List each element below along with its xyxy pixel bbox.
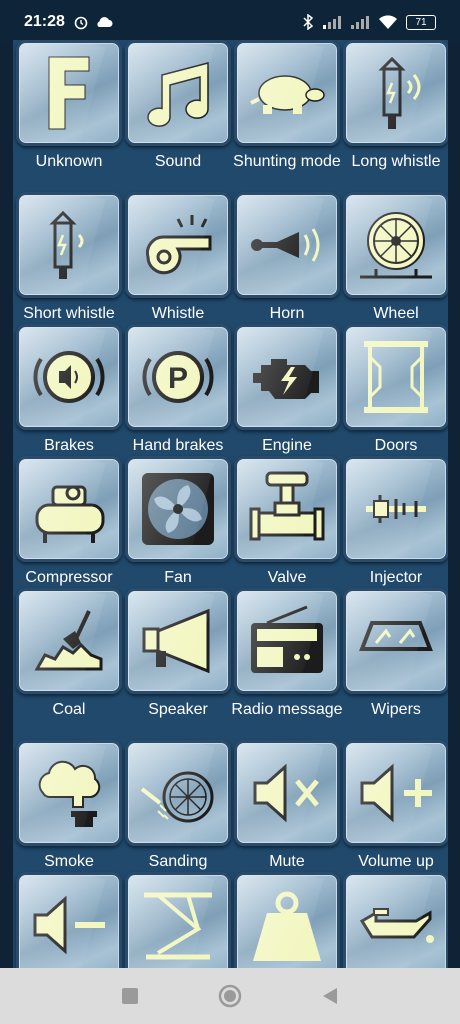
compressor-icon [35, 485, 105, 543]
function-label: Compressor [25, 569, 113, 586]
hand-brakes-icon: P [142, 351, 214, 403]
navigation-bar [0, 968, 460, 1024]
long-whistle-icon [378, 56, 421, 129]
function-label: Doors [374, 437, 418, 454]
function-label: Unknown [35, 153, 103, 170]
turtle-icon [250, 75, 325, 114]
function-label: Sanding [148, 853, 208, 870]
recents-icon [122, 988, 138, 1004]
function-label: Fan [164, 569, 192, 586]
mute-icon [253, 763, 319, 823]
function-label: Coal [52, 701, 86, 718]
function-label: Valve [267, 569, 307, 586]
function-label: Brakes [44, 437, 94, 454]
radio-icon [251, 605, 323, 673]
function-label: Mute [269, 853, 305, 870]
pantograph-icon [144, 892, 212, 960]
clock: 21:28 [24, 13, 65, 30]
fan-icon [142, 473, 214, 545]
music-note-icon [147, 62, 209, 127]
function-label: Engine [262, 437, 312, 454]
doors-icon [364, 341, 428, 413]
whistle-icon [146, 215, 212, 275]
function-label: Injector [369, 569, 423, 586]
function-label: Volume up [358, 853, 434, 870]
volume-down-icon [33, 895, 105, 955]
function-label: Whistle [151, 305, 205, 322]
function-label: Sound [154, 153, 202, 170]
function-label: Short whistle [23, 305, 115, 322]
short-whistle-icon [49, 210, 84, 279]
function-label: Wheel [373, 305, 419, 322]
function-label: Radio message [231, 701, 343, 718]
signal-icon [351, 16, 369, 29]
signal-icon [323, 16, 341, 29]
function-label: Long whistle [351, 153, 441, 170]
engine-icon [253, 359, 319, 399]
wifi-icon [379, 15, 397, 29]
status-bar: 21:28 71 [0, 0, 460, 44]
function-label: Wipers [371, 701, 421, 718]
injector-icon [366, 495, 426, 523]
wheel-icon [360, 212, 432, 279]
brakes-icon [33, 351, 105, 403]
function-label: Shunting mode [233, 153, 341, 170]
back-button[interactable] [310, 976, 350, 1016]
megaphone-icon [142, 608, 210, 674]
function-label: Speaker [148, 701, 208, 718]
battery-icon: 71 [406, 14, 436, 30]
oil-can-icon [359, 908, 434, 943]
coal-icon [34, 610, 103, 671]
recents-button[interactable] [110, 976, 150, 1016]
back-icon [323, 988, 337, 1004]
volume-up-icon [360, 763, 432, 823]
home-button[interactable] [210, 976, 250, 1016]
sanding-icon [140, 771, 214, 823]
weight-icon [253, 891, 321, 961]
function-label: Horn [269, 305, 305, 322]
bluetooth-icon [303, 14, 314, 30]
horn-icon [251, 228, 320, 262]
svg-text:P: P [168, 362, 188, 395]
alarm-icon [74, 16, 88, 30]
wipers-icon [359, 621, 433, 651]
cloud-icon [97, 17, 113, 27]
function-label: Hand brakes [132, 437, 224, 454]
smoke-icon [38, 760, 101, 827]
valve-icon [249, 471, 325, 541]
letter-f-icon [48, 56, 90, 130]
function-grid: Unknown Sound Shunting mode Long whistle [13, 40, 448, 968]
function-label: Smoke [44, 853, 94, 870]
home-icon [218, 984, 242, 1008]
